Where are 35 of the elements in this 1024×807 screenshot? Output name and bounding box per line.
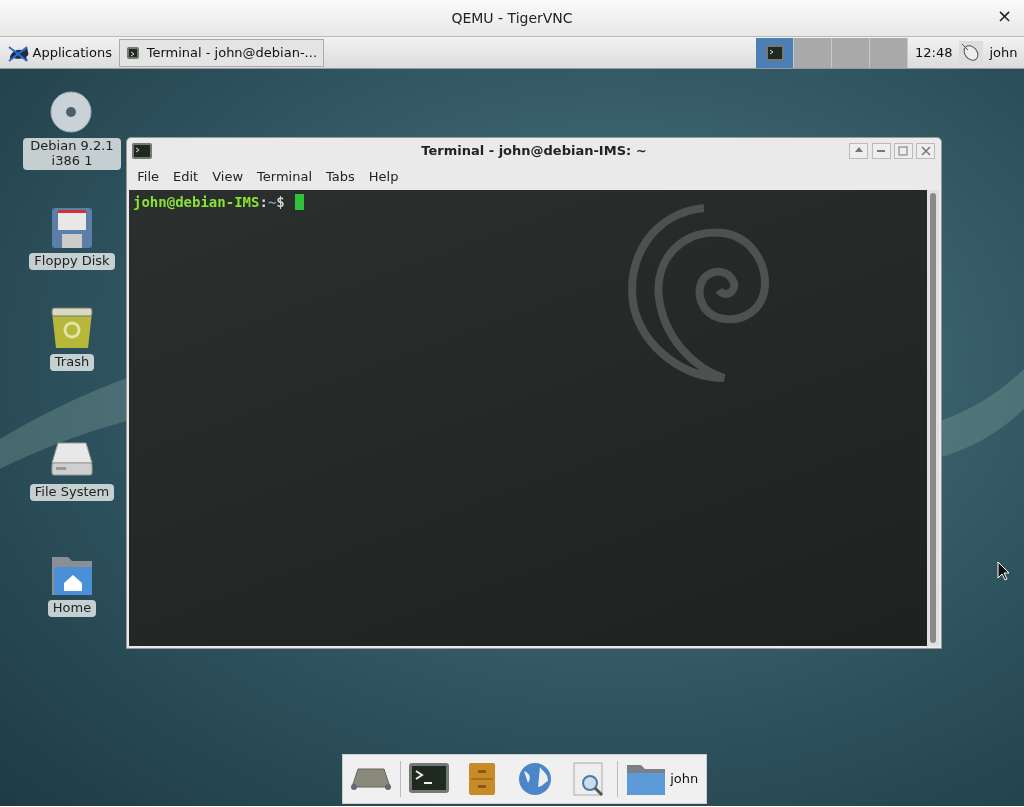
user-name: john xyxy=(988,43,1019,62)
terminal-area[interactable]: john@debian-IMS:~$ xyxy=(129,190,939,646)
minimize-button[interactable] xyxy=(871,143,891,159)
menu-item[interactable]: Tabs xyxy=(319,165,362,189)
workspace-button[interactable] xyxy=(756,37,795,68)
maximize-icon xyxy=(898,146,909,156)
menu-item[interactable]: Edit xyxy=(166,165,206,189)
terminal-icon xyxy=(131,142,153,160)
clock: 12:48 xyxy=(914,43,954,62)
dock-launcher[interactable]: john xyxy=(621,759,703,799)
desktop-icon-label[interactable]: Trash xyxy=(49,353,95,371)
window-thumbnail-icon xyxy=(765,43,785,62)
trash-can-icon[interactable] xyxy=(50,306,94,351)
menu-item[interactable]: View xyxy=(205,165,251,189)
close-button[interactable]: × xyxy=(994,7,1014,25)
desktop-icon-label[interactable]: Home xyxy=(47,599,97,617)
minimize-icon xyxy=(877,150,885,152)
menu-item[interactable]: File xyxy=(130,165,166,189)
window-title: Terminal - john@debian-IMS: ~ xyxy=(421,142,647,161)
scrollbar[interactable] xyxy=(927,190,939,646)
close-icon xyxy=(920,146,931,156)
applications-menu-button[interactable]: Applications xyxy=(3,40,116,65)
close-button[interactable] xyxy=(916,143,935,159)
text-cursor xyxy=(295,194,305,210)
mouse-pointer-icon xyxy=(997,561,1011,581)
menu-item[interactable]: Terminal xyxy=(250,165,319,189)
disc-icon[interactable] xyxy=(50,91,94,135)
window-title: QEMU - TigerVNC xyxy=(451,8,573,28)
terminal-icon xyxy=(126,45,141,60)
up-arrow-button[interactable] xyxy=(849,143,869,159)
desktop-icon-label[interactable]: Floppy Disk xyxy=(29,253,115,271)
menu-item[interactable]: Help xyxy=(361,165,406,189)
desktop-icon-label[interactable]: File System xyxy=(29,483,115,501)
taskbar-button[interactable]: Terminal - john@debian-... xyxy=(119,38,325,67)
desktop-icon-label[interactable]: Debian 9.2.1 i386 1 xyxy=(23,138,121,171)
